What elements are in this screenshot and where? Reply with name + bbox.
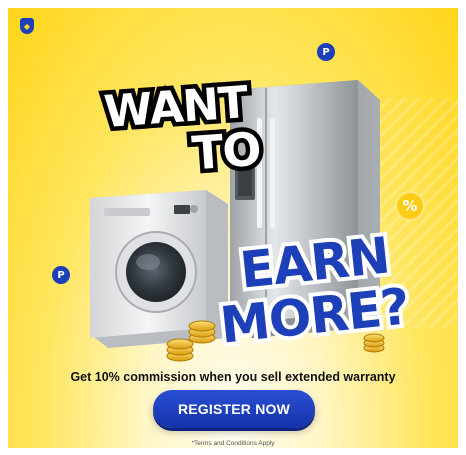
percent-badge-icon: %: [397, 193, 423, 219]
ad-frame: ◆ P P % WANT TO EARN MORE? Get 10% commi…: [0, 0, 466, 455]
points-badge-label: P: [322, 46, 330, 58]
percent-badge-label: %: [402, 197, 418, 215]
brand-logo-icon: ◆: [20, 18, 34, 34]
commission-tagline: Get 10% commission when you sell extende…: [70, 370, 396, 384]
logo-mark: ◆: [23, 21, 31, 31]
promo-banner: ◆ P P % WANT TO EARN MORE? Get 10% commi…: [8, 8, 458, 448]
headline-to: TO: [186, 117, 267, 185]
points-badge-icon: P: [52, 266, 70, 284]
points-badge-icon: P: [317, 43, 335, 61]
terms-note: *Terms and Conditions Apply: [191, 440, 275, 447]
points-badge-label: P: [57, 269, 65, 281]
register-now-button[interactable]: REGISTER NOW: [153, 390, 315, 428]
